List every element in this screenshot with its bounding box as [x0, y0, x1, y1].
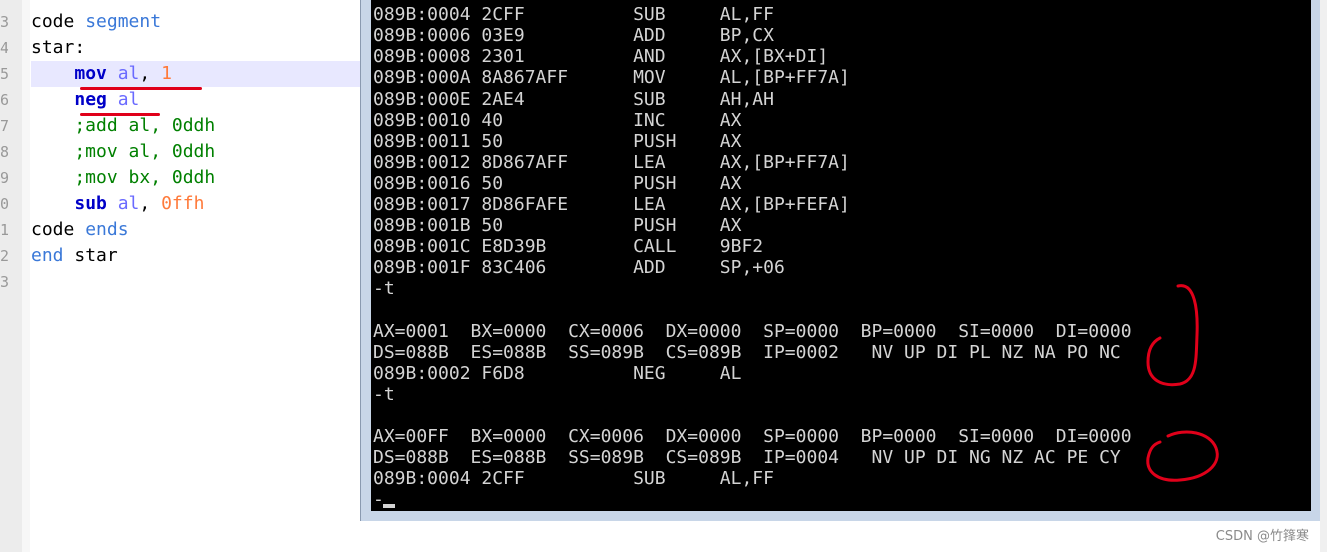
annotation-underline-neg: [80, 113, 160, 116]
console-line: 089B:000A 8A867AFF MOV AL,[BP+FF7A]: [373, 67, 850, 89]
code-token: ;mov bx, 0ddh: [31, 167, 216, 188]
code-line: ;mov al, 0ddh: [31, 139, 215, 165]
right-background: [1320, 0, 1327, 552]
line-number: 9: [0, 169, 8, 187]
code-token: 0ffh: [161, 193, 205, 214]
annotation-underline-mov: [80, 87, 202, 90]
code-line: code segment: [31, 9, 161, 35]
code-token: ,: [139, 63, 162, 84]
console-line: AX=00FF BX=0000 CX=0006 DX=0000 SP=0000 …: [373, 426, 1132, 448]
console-line: -t: [373, 278, 395, 300]
code-token: segment: [85, 11, 162, 32]
code-token: code: [31, 219, 86, 240]
code-token: mov: [74, 63, 107, 84]
console-line: 089B:0017 8D86FAFE LEA AX,[BP+FEFA]: [373, 194, 850, 215]
code-token: ;mov al, 0ddh: [31, 141, 216, 162]
annotation-circle-nc: [1146, 284, 1199, 387]
console-line: 089B:0004 2CFF SUB AL,FF: [373, 468, 774, 490]
code-token: al: [117, 89, 140, 110]
code-token: al: [117, 193, 140, 214]
console-cursor: [383, 504, 395, 508]
code-line: mov al, 1: [31, 61, 172, 87]
console-line: DS=088B ES=088B SS=089B CS=089B IP=0002 …: [373, 341, 1121, 363]
line-number: 3: [0, 13, 8, 31]
code-line: ;mov bx, 0ddh: [31, 165, 215, 191]
code-line: sub al, 0ffh: [31, 191, 204, 217]
code-line: code ends: [31, 217, 129, 243]
line-number: 1: [0, 221, 8, 239]
console-line: -t: [373, 383, 395, 405]
line-number: 5: [0, 65, 8, 83]
console-line: 089B:001F 83C406 ADD SP,+06: [373, 257, 785, 279]
console-line: 089B:0016 50 PUSH AX: [373, 172, 742, 194]
code-token: code: [31, 11, 86, 32]
code-editor[interactable]: 34567890123 code segment star: mov al, 1 …: [0, 0, 360, 552]
code-token: sub: [74, 193, 107, 214]
line-number: 2: [0, 247, 8, 265]
console-line: 089B:0004 2CFF SUB AL,FF: [373, 4, 774, 26]
console-line: 089B:0012 8D867AFF LEA AX,[BP+FF7A]: [373, 151, 850, 173]
line-number: 7: [0, 117, 8, 135]
code-token: neg: [74, 89, 107, 110]
code-token: star:: [31, 37, 86, 58]
fold-margin: [22, 0, 30, 552]
console-line: 089B:0011 50 PUSH AX: [373, 130, 742, 152]
console-line: DS=088B ES=088B SS=089B CS=089B IP=0004 …: [373, 447, 1121, 469]
annotation-circle-cy: [1146, 430, 1219, 482]
code-token: al: [117, 63, 140, 84]
line-number: 0: [0, 195, 8, 213]
code-line: neg al: [31, 87, 139, 113]
code-token: ends: [85, 219, 129, 240]
console-line: 089B:001C E8D39B CALL 9BF2: [373, 236, 764, 258]
console-line: 089B:0008 2301 AND AX,[BX+DI]: [373, 46, 829, 68]
code-token: end: [31, 245, 64, 266]
console-line: 089B:001B 50 PUSH AX: [373, 215, 742, 237]
code-line: star:: [31, 35, 85, 61]
code-token: 1: [161, 63, 172, 84]
line-number: 4: [0, 39, 8, 57]
console-line: 089B:0006 03E9 ADD BP,CX: [373, 25, 774, 47]
code-token: star: [63, 245, 118, 266]
console-line: 089B:0010 40 INC AX: [373, 109, 742, 131]
code-line: end star: [31, 243, 118, 269]
console-line: 089B:000E 2AE4 SUB AH,AH: [373, 88, 774, 110]
console-line: -: [373, 489, 384, 511]
line-number: 8: [0, 143, 8, 161]
line-number-gutter: 3 4 5 6 7 8 9 0 1 2 3: [0, 0, 22, 552]
line-number: 3: [0, 273, 8, 291]
code-token: ;add al, 0ddh: [31, 115, 216, 136]
console-line: 089B:0002 F6D8 NEG AL: [373, 362, 742, 384]
watermark-text: CSDN @竹箨寒: [1215, 529, 1309, 544]
console-line: AX=0001 BX=0000 CX=0006 DX=0000 SP=0000 …: [373, 320, 1132, 342]
line-number: 6: [0, 91, 8, 109]
code-line: ;add al, 0ddh: [31, 113, 215, 139]
code-token: ,: [139, 193, 162, 214]
